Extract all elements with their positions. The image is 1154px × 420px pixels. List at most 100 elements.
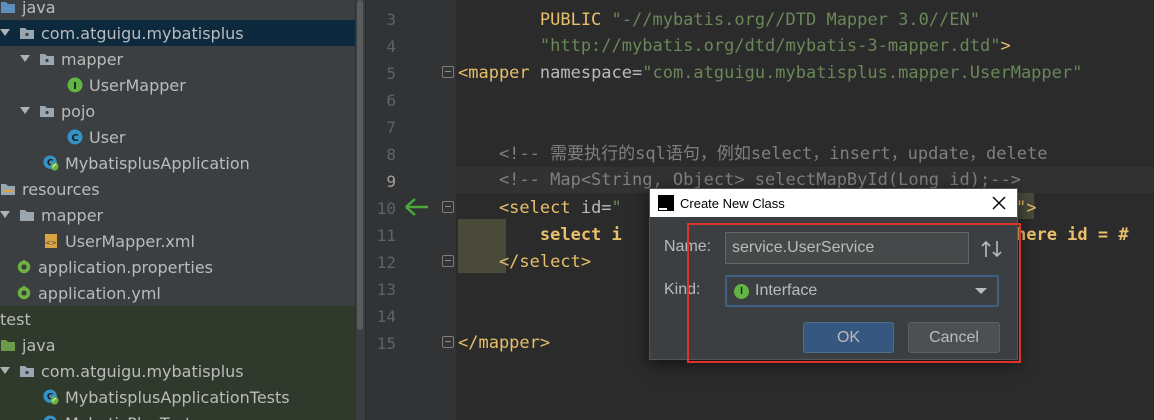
tree-item-label: MybatisplusApplicationTests xyxy=(65,387,290,407)
code-token: here id = # xyxy=(1016,225,1129,245)
xml-file-icon: <> xyxy=(43,233,59,249)
tree-item-label: com.atguigu.mybatisplus xyxy=(41,361,244,381)
tree-item-label: pojo xyxy=(61,101,96,121)
tree-item-label: UserMapper xyxy=(89,75,186,95)
code-token: PUBLIC xyxy=(458,10,612,30)
tree-item-label: resources xyxy=(22,179,100,199)
spring-config-icon xyxy=(16,259,32,275)
code-token: > xyxy=(1000,36,1011,56)
fold-marker[interactable] xyxy=(442,255,454,267)
package-icon xyxy=(39,103,55,119)
code-token: " xyxy=(611,198,622,218)
code-token: <mapper xyxy=(458,63,540,83)
line-number: 6 xyxy=(386,91,396,110)
code-line-8: <!-- 需要执行的sql语句，例如select，insert，update，d… xyxy=(458,144,1048,164)
code-line-15: </mapper> xyxy=(458,330,550,356)
line-number: 15 xyxy=(376,334,396,353)
tree-item-label: mapper xyxy=(41,205,104,225)
code-token: "-//mybatis.org//DTD Mapper 3.0//EN" xyxy=(611,10,980,30)
tree-item[interactable]: C MybatisplusApplication xyxy=(0,150,355,176)
code-line-4: "http://mybatis.org/dtd/mybatis-3-mapper… xyxy=(458,33,1011,59)
tree-scrollbar-thumb[interactable] xyxy=(357,0,363,330)
class-icon: C xyxy=(67,129,83,145)
tree-item-label: User xyxy=(89,127,126,147)
line-number: 11 xyxy=(376,226,396,245)
code-token: </mapper> xyxy=(458,333,551,353)
tree-item[interactable]: <> UserMapper.xml xyxy=(0,228,355,254)
interface-icon: I xyxy=(67,77,83,93)
svg-text:I: I xyxy=(73,81,77,92)
package-icon xyxy=(19,25,35,41)
tree-item-label: application.yml xyxy=(38,283,161,303)
code-token: "http://mybatis.org/dtd/mybatis-3-mapper… xyxy=(458,36,1001,56)
code-token: select i xyxy=(458,225,622,245)
tree-item[interactable]: mapper xyxy=(0,46,355,72)
tree-item[interactable]: test xyxy=(0,306,355,332)
code-line-10: <select id=" xyxy=(458,195,622,221)
line-number: 3 xyxy=(386,10,396,29)
tree-item-label: java xyxy=(22,335,56,355)
tree-item[interactable]: C User xyxy=(0,124,355,150)
code-token: </select> xyxy=(458,252,592,272)
code-token: namespace= xyxy=(539,63,643,83)
spring-class-icon: C xyxy=(43,155,59,171)
intellij-logo-icon xyxy=(658,195,674,211)
code-line-12: </select> xyxy=(458,249,591,275)
svg-text:<>: <> xyxy=(45,239,57,247)
line-number: 4 xyxy=(386,37,396,56)
tree-item-label: MybatisPlusTest xyxy=(65,414,191,420)
tree-item-label: UserMapper.xml xyxy=(65,231,195,251)
tree-item-label: MybatisplusApplication xyxy=(65,153,250,173)
tree-item[interactable]: java xyxy=(0,0,355,20)
code-token: id= xyxy=(580,198,612,218)
code-line-11: select i xyxy=(458,222,622,248)
tree-item[interactable]: resources xyxy=(0,176,355,202)
spring-class-icon: C xyxy=(43,389,59,405)
tree-item[interactable]: com.atguigu.mybatisplus xyxy=(0,358,355,384)
line-number: 13 xyxy=(376,280,396,299)
folder-icon xyxy=(19,207,35,223)
code-token: "> xyxy=(1016,198,1037,218)
line-number: 10 xyxy=(376,199,396,218)
close-icon[interactable] xyxy=(989,193,1009,213)
svg-text:C: C xyxy=(71,133,78,144)
line-number: 12 xyxy=(376,253,396,272)
tree-item[interactable]: java xyxy=(0,332,355,358)
dialog-title-bar[interactable]: Create New Class xyxy=(650,189,1017,217)
tree-item[interactable]: com.atguigu.mybatisplus xyxy=(0,20,355,46)
chevron-down-icon[interactable] xyxy=(20,106,30,116)
line-number: 9 xyxy=(386,172,396,191)
tree-item[interactable]: application.properties xyxy=(0,254,355,280)
fold-marker[interactable] xyxy=(442,201,454,213)
line-number: 8 xyxy=(386,145,396,164)
chevron-down-icon[interactable] xyxy=(0,28,10,38)
resources-folder-icon xyxy=(0,181,16,197)
chevron-down-icon[interactable] xyxy=(0,210,10,220)
chevron-down-icon[interactable] xyxy=(20,54,30,64)
project-tree: java com.atguigu.mybatisplus mapper I UserMa… xyxy=(0,0,355,420)
tree-item[interactable]: pojo xyxy=(0,98,355,124)
tree-item[interactable]: application.yml xyxy=(0,280,355,306)
tree-item[interactable]: C MybatisplusApplicationTests xyxy=(0,384,355,410)
fold-marker[interactable] xyxy=(442,336,454,348)
tree-item[interactable]: mapper xyxy=(0,202,355,228)
annotation-highlight-box xyxy=(687,223,1021,363)
code-token: "com.atguigu.mybatisplus.mapper.UserMapp… xyxy=(642,63,1083,83)
tree-item[interactable]: C MybatisPlusTest xyxy=(0,410,355,420)
navigate-arrow-icon[interactable] xyxy=(404,197,430,217)
dialog-title: Create New Class xyxy=(680,195,785,211)
chevron-down-icon[interactable] xyxy=(0,366,10,376)
fold-marker[interactable] xyxy=(442,66,454,78)
package-icon xyxy=(19,363,35,379)
tree-item-label: java xyxy=(22,0,56,17)
spring-config-icon xyxy=(16,285,32,301)
package-icon xyxy=(39,51,55,67)
code-line-10-end: "> xyxy=(1016,195,1036,221)
spring-class-icon: C xyxy=(43,415,59,420)
folder-green-icon xyxy=(0,337,16,353)
line-number: 5 xyxy=(386,64,396,83)
tree-item[interactable]: I UserMapper xyxy=(0,72,355,98)
line-number: 7 xyxy=(386,118,396,137)
tree-item-label: com.atguigu.mybatisplus xyxy=(41,23,244,43)
folder-blue-icon xyxy=(0,0,16,15)
